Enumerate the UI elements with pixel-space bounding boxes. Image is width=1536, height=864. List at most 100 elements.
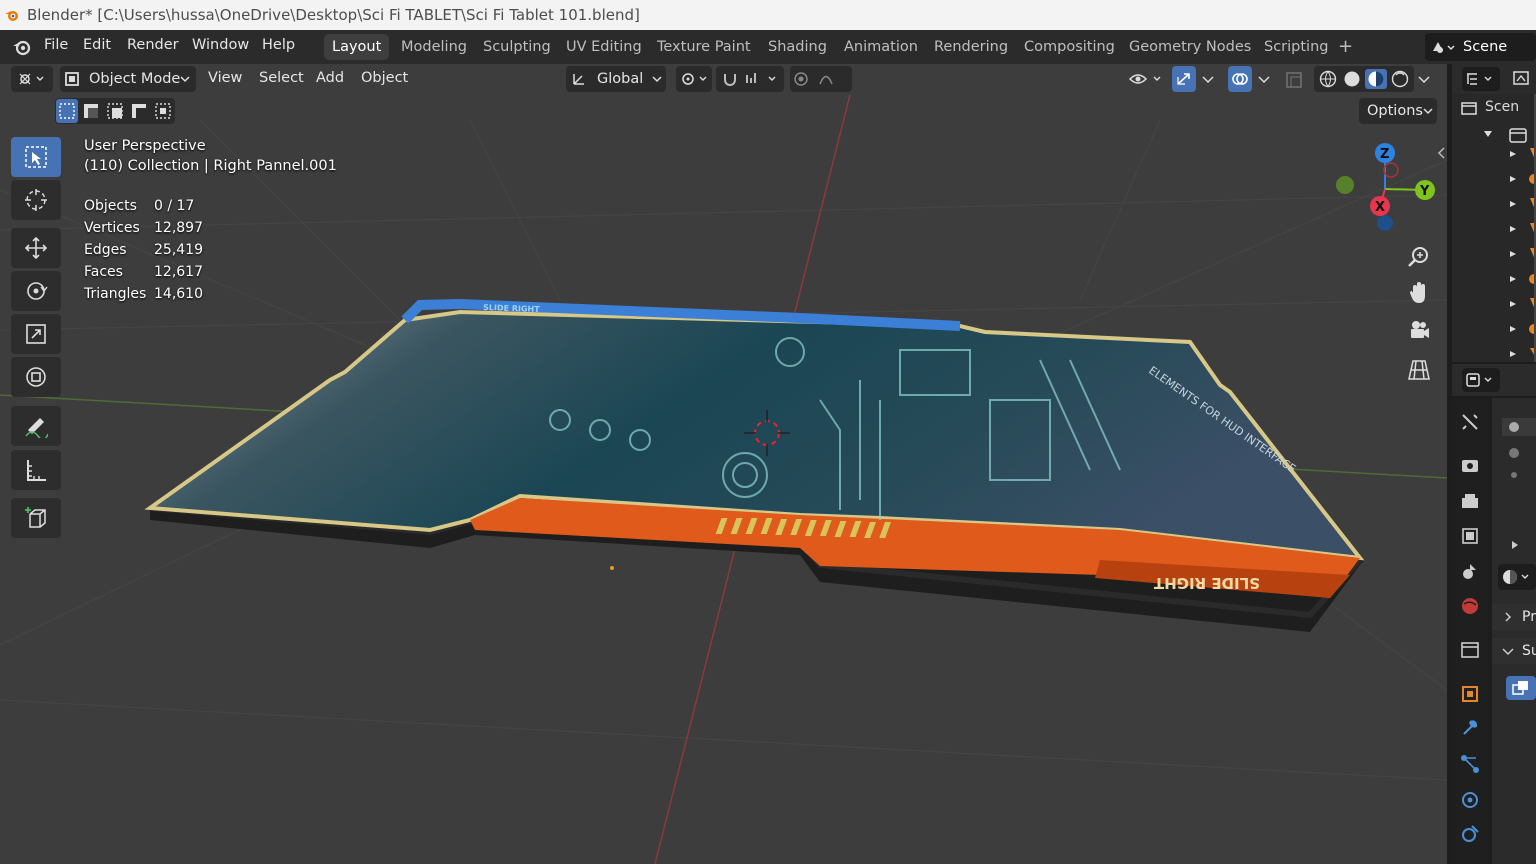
add-menu[interactable]: Add — [316, 65, 344, 91]
visibility-dropdown[interactable] — [1126, 66, 1166, 92]
panel-header-surface[interactable]: Su — [1492, 638, 1536, 664]
scale-tool[interactable] — [11, 314, 61, 354]
select-box-tool[interactable] — [11, 137, 61, 177]
gizmo-icon — [1177, 73, 1190, 85]
perspective-toggle-button[interactable] — [1403, 354, 1435, 386]
stat-value: 0 / 17 — [154, 198, 195, 214]
navigation-gizmo[interactable]: Z Y X — [1325, 139, 1440, 239]
view-menu[interactable]: View — [208, 65, 242, 91]
editor-type-button[interactable] — [11, 66, 53, 92]
proportional-editing[interactable] — [790, 66, 852, 92]
mode-dropdown[interactable]: Object Mode — [60, 66, 196, 92]
snap-settings[interactable] — [716, 66, 784, 92]
chevron-down-icon — [652, 76, 662, 83]
menu-edit[interactable]: Edit — [75, 30, 119, 64]
xray-toggle-icon[interactable] — [1284, 70, 1306, 90]
properties-editor-type-button[interactable] — [1462, 368, 1500, 392]
tab-geometry-nodes[interactable]: Geometry Nodes — [1121, 34, 1259, 60]
physics-tab-icon — [1462, 792, 1478, 808]
pan-button[interactable] — [1403, 277, 1435, 309]
select-menu[interactable]: Select — [259, 65, 304, 91]
stat-label: Vertices — [84, 220, 140, 236]
front-slide-label: SLIDE RIGHT — [1153, 574, 1260, 592]
tab-compositing[interactable]: Compositing — [1016, 34, 1123, 60]
gizmo-toggle-button[interactable] — [1172, 66, 1196, 92]
annotate-pencil-icon — [25, 418, 48, 438]
tab-uv-editing[interactable]: UV Editing — [558, 34, 650, 60]
add-cube-tool[interactable] — [11, 498, 61, 538]
material-browse-button[interactable] — [1498, 564, 1536, 590]
panel-surface-label: Su — [1522, 643, 1536, 659]
shading-mode-buttons[interactable] — [1314, 66, 1414, 92]
cursor-tool[interactable] — [11, 180, 61, 220]
object-menu[interactable]: Object — [361, 65, 408, 91]
annotate-tool[interactable] — [11, 406, 61, 446]
overlays-toggle-button[interactable] — [1228, 66, 1252, 92]
options-label: Options — [1367, 103, 1423, 119]
orientation-label: Global — [597, 71, 644, 87]
chevron-down-icon[interactable] — [1200, 76, 1216, 84]
node-icon — [1512, 681, 1528, 695]
zoom-button[interactable] — [1403, 241, 1435, 273]
viewport-canvas[interactable]: SLIDE RIGHT SLIDE RIGHT ELEMENTS FOR HUD… — [0, 64, 1447, 864]
panel-header-preview[interactable]: Pr — [1492, 604, 1536, 630]
particles-tab-icon — [1461, 755, 1479, 773]
chevron-down-icon[interactable] — [1256, 76, 1272, 84]
menu-help[interactable]: Help — [254, 30, 303, 64]
tab-texture-paint[interactable]: Texture Paint — [649, 34, 759, 60]
transform-orientation-dropdown[interactable]: Global — [566, 66, 666, 92]
scene-selector[interactable]: Scene — [1425, 33, 1536, 61]
collection-row[interactable] — [1482, 127, 1536, 143]
chevron-right-icon[interactable] — [1510, 540, 1520, 550]
options-dropdown[interactable]: Options — [1359, 98, 1437, 124]
tab-layout[interactable]: Layout — [324, 34, 390, 60]
tab-modeling[interactable]: Modeling — [393, 34, 475, 60]
camera-view-button[interactable] — [1403, 315, 1435, 347]
transform-icon — [26, 367, 46, 387]
tablet-model[interactable]: SLIDE RIGHT SLIDE RIGHT ELEMENTS FOR HUD… — [144, 298, 1365, 632]
rotate-tool[interactable] — [11, 271, 61, 311]
proportional-editing-icon — [794, 72, 833, 86]
3d-viewport-editor-icon — [19, 73, 44, 85]
world-tab-icon — [1462, 598, 1478, 614]
tab-sculpting[interactable]: Sculpting — [475, 34, 559, 60]
properties-icon — [1466, 373, 1492, 387]
outliner-editor-type-button[interactable] — [1462, 67, 1500, 91]
selection-mode-buttons[interactable] — [55, 98, 175, 124]
transform-tool[interactable] — [11, 357, 61, 397]
chevron-left-icon[interactable] — [1435, 146, 1447, 160]
eye-icon — [1128, 74, 1161, 84]
grid-perspective-icon — [1408, 360, 1430, 380]
measure-tool[interactable] — [11, 450, 61, 490]
viewport-info-overlay: User Perspective (110) Collection | Righ… — [84, 138, 337, 174]
add-workspace-icon[interactable]: + — [1330, 34, 1361, 60]
outliner-object-rows[interactable] — [1508, 148, 1536, 358]
pivot-point-button[interactable] — [676, 66, 712, 92]
chevron-down-icon — [1502, 648, 1514, 656]
camera-icon — [1411, 321, 1429, 338]
move-tool[interactable] — [11, 228, 61, 268]
blender-menu-icon[interactable] — [11, 36, 33, 58]
outliner-icon — [1467, 73, 1492, 85]
outliner-panel[interactable]: Scen — [1452, 94, 1536, 362]
material-slot-list[interactable] — [1502, 418, 1536, 488]
properties-panel[interactable]: Pr Su — [1492, 398, 1536, 864]
tab-animation[interactable]: Animation — [836, 34, 926, 60]
surface-node-button[interactable] — [1506, 676, 1536, 700]
menu-render[interactable]: Render — [119, 30, 187, 64]
tab-rendering[interactable]: Rendering — [926, 34, 1016, 60]
display-mode-icon[interactable] — [1512, 70, 1534, 88]
tab-scripting[interactable]: Scripting — [1256, 34, 1336, 60]
rotate-icon — [27, 282, 48, 300]
chevron-down-icon[interactable] — [1416, 76, 1432, 84]
3d-viewport[interactable]: SLIDE RIGHT SLIDE RIGHT ELEMENTS FOR HUD… — [0, 64, 1447, 864]
properties-tab-icons[interactable] — [1460, 412, 1480, 852]
stat-faces: Faces 12,617 — [84, 264, 203, 280]
menu-file[interactable]: File — [36, 30, 76, 64]
menu-window[interactable]: Window — [184, 30, 257, 64]
properties-tab-bar — [1452, 398, 1488, 864]
modifier-tab-icon — [1463, 720, 1478, 735]
tab-shading[interactable]: Shading — [760, 34, 835, 60]
window-title-bar: Blender* [C:\Users\hussa\OneDrive\Deskto… — [0, 0, 1536, 30]
cursor-icon — [25, 189, 47, 211]
